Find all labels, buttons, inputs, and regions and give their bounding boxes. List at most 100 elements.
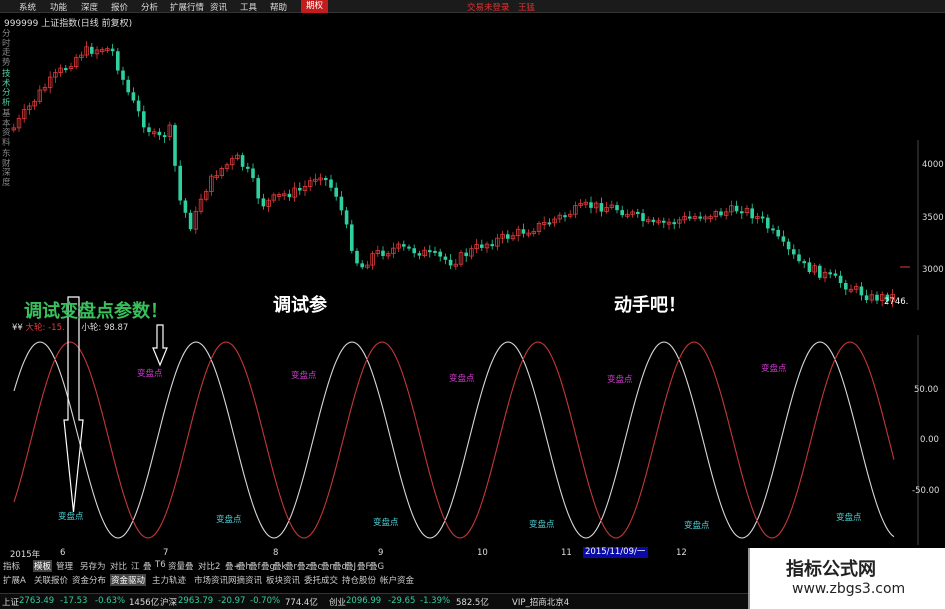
candle-body <box>381 250 385 256</box>
candle-body <box>771 228 775 231</box>
turning-point-label: 变盘点 <box>449 374 475 384</box>
extension-tab[interactable]: 网摘资讯 <box>228 574 262 586</box>
candle-body <box>147 127 151 133</box>
indicator-tab[interactable]: 叠 <box>143 560 152 572</box>
candle-body <box>173 125 177 166</box>
candle-body <box>360 263 364 268</box>
candle-body <box>433 250 437 253</box>
extension-tab[interactable]: 板块资讯 <box>266 574 300 586</box>
overlay-text-right: 动手吧！ <box>614 295 686 316</box>
candle-body <box>506 234 510 239</box>
hs-pct: -0.70% <box>250 596 281 606</box>
candle-body <box>740 211 744 214</box>
indicator-tick: -50.00 <box>912 486 940 496</box>
turning-point-label: 变盘点 <box>58 512 84 522</box>
watermark-title: 指标公式网 <box>786 559 876 580</box>
indicator-tab[interactable]: 叠G <box>369 560 384 572</box>
cy-amount: 582.5亿 <box>456 598 489 608</box>
indicator-tab[interactable]: 对比2 <box>198 560 220 572</box>
extension-tab[interactable]: 市场资讯 <box>194 574 228 586</box>
candle-body <box>828 272 832 275</box>
candle-body <box>807 262 812 272</box>
x-tick: 12 <box>676 548 687 558</box>
candle-body <box>428 250 432 253</box>
turning-point-label: 变盘点 <box>291 371 317 381</box>
vip-server[interactable]: VIP_招商北京4 <box>512 596 569 608</box>
x-tick: 11 <box>561 548 572 558</box>
candle-body <box>324 177 328 180</box>
candle-body <box>417 253 422 256</box>
indicator-prefix: ¥¥ <box>12 323 23 333</box>
extension-tab[interactable]: 持仓股份 <box>342 574 376 586</box>
extension-tab[interactable]: 帐户资金 <box>380 574 414 586</box>
indicator-tab[interactable]: T6 <box>155 560 166 570</box>
overlay-text-left: 调试变盘点参数！ <box>24 301 168 322</box>
price-tick: 4000 <box>922 160 944 170</box>
small-wave-label: 小轮: 98.87 <box>81 323 129 333</box>
candle-body <box>750 208 754 219</box>
candle-body <box>121 70 125 80</box>
arrow-down-short-icon <box>152 324 168 367</box>
indicator-tab[interactable]: 江 <box>131 560 140 572</box>
candle-body <box>797 254 801 262</box>
turning-point-label: 变盘点 <box>607 375 633 385</box>
indicator-tab[interactable]: 指标 <box>3 560 20 572</box>
indicator-tab[interactable]: 管理 <box>56 560 73 572</box>
candle-body <box>615 205 619 211</box>
candle-body <box>344 210 349 225</box>
indicator-tab[interactable]: 叠J <box>345 560 356 572</box>
candle-body <box>261 198 266 207</box>
extension-tab[interactable]: 资金驱动 <box>110 574 147 586</box>
turning-point-label: 变盘点 <box>684 521 710 531</box>
extension-tab[interactable]: 资金分布 <box>72 574 106 586</box>
indicator-tab[interactable]: 模板 <box>33 560 53 572</box>
candle-body <box>64 68 68 71</box>
cy-label: 创业 <box>329 598 347 608</box>
candle-body <box>672 222 676 225</box>
candle-body <box>90 46 94 54</box>
last-price-tag: 2746. <box>884 297 909 307</box>
candle-body <box>792 249 796 255</box>
candle-body <box>402 244 406 247</box>
candle-body <box>246 166 250 169</box>
candle-body <box>136 100 141 112</box>
price-tick: 3000 <box>922 265 944 275</box>
candle-body <box>781 236 786 242</box>
cy-pct: -1.39% <box>420 596 451 606</box>
candle-body <box>240 155 245 167</box>
candle-body <box>178 165 182 201</box>
candle-body <box>760 216 765 219</box>
extension-tab[interactable]: 主力轨迹 <box>152 574 186 586</box>
chart-canvas[interactable] <box>0 0 945 560</box>
indicator-tab[interactable]: 资量叠 <box>168 560 194 572</box>
watermark-url: www.zbgs3.com <box>792 581 906 597</box>
candle-body <box>183 200 188 213</box>
indicator-tab[interactable]: 对比 <box>110 560 127 572</box>
cy-value: 2096.99 <box>346 596 382 606</box>
indicator-tab-row: 指标 模板 管理 另存为 对比江叠 T6 资量叠 对比2 叠+ 叠h 叠f 叠g 叠k 叠r 叠z 叠c 叠n 叠… <box>0 560 700 572</box>
extension-tab[interactable]: 扩展A <box>3 574 26 586</box>
candle-body <box>480 244 484 248</box>
turning-point-label: 变盘点 <box>836 513 862 523</box>
candle-body <box>838 275 843 284</box>
indicator-tab[interactable]: 叠r <box>285 560 297 572</box>
candle-body <box>766 217 770 229</box>
candle-body <box>298 188 302 191</box>
candle-body <box>142 111 146 128</box>
candle-body <box>162 135 167 138</box>
candle-body <box>521 229 526 234</box>
extension-tab[interactable]: 关联报价 <box>34 574 68 586</box>
extension-tab[interactable]: 委托成交 <box>304 574 338 586</box>
candle-body <box>339 196 344 211</box>
sh-value: 2763.49 <box>19 596 55 606</box>
turning-point-label: 变盘点 <box>137 369 163 379</box>
candle-body <box>188 212 193 230</box>
candle-body <box>589 202 593 208</box>
candle-body <box>641 213 645 222</box>
indicator-tab[interactable]: 叠f <box>249 560 261 572</box>
candle-body <box>116 51 120 71</box>
indicator-tab[interactable]: 另存为 <box>80 560 106 572</box>
candle-body <box>818 265 822 278</box>
watermark-banner: 指标公式网 www.zbgs3.com <box>748 548 945 609</box>
hs-label: 沪深 <box>160 598 178 608</box>
